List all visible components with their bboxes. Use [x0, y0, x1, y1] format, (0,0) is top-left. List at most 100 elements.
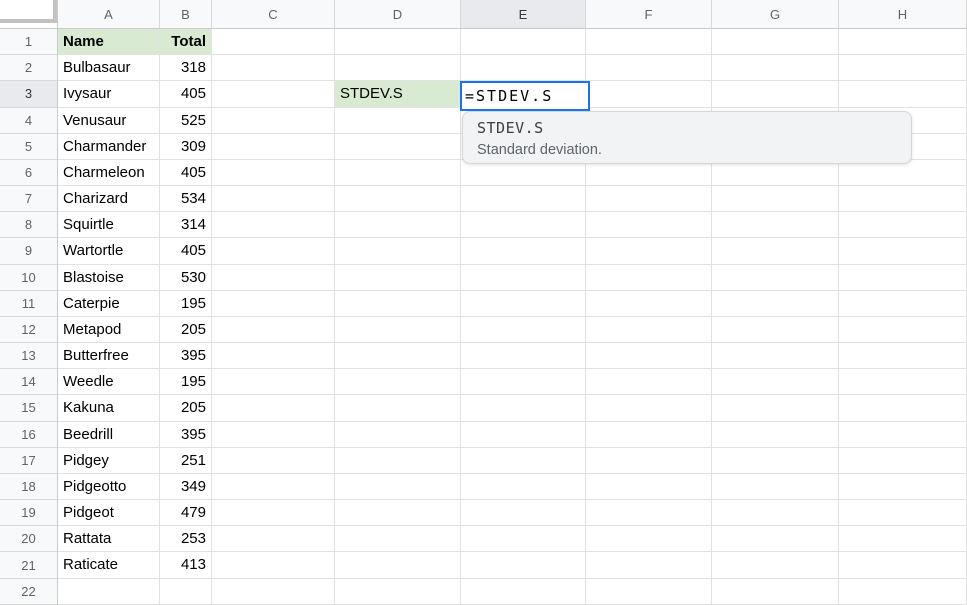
- row-header-20[interactable]: 20: [0, 526, 58, 552]
- cell-G18[interactable]: [712, 474, 839, 500]
- cell-F19[interactable]: [586, 500, 712, 526]
- cell-F12[interactable]: [586, 317, 712, 343]
- cell-B15[interactable]: 205: [160, 395, 212, 421]
- row-header-22[interactable]: 22: [0, 579, 58, 605]
- cell-B14[interactable]: 195: [160, 369, 212, 395]
- cell-C19[interactable]: [212, 500, 335, 526]
- cell-C20[interactable]: [212, 526, 335, 552]
- cell-H1[interactable]: [839, 29, 967, 55]
- cell-A14[interactable]: Weedle: [58, 369, 160, 395]
- cell-B4[interactable]: 525: [160, 108, 212, 134]
- cell-A1[interactable]: Name: [58, 29, 160, 55]
- cell-A17[interactable]: Pidgey: [58, 448, 160, 474]
- cell-B13[interactable]: 395: [160, 343, 212, 369]
- cell-A3[interactable]: Ivysaur: [58, 81, 160, 107]
- cell-B16[interactable]: 395: [160, 422, 212, 448]
- cell-D16[interactable]: [335, 422, 461, 448]
- cell-H7[interactable]: [839, 186, 967, 212]
- cell-C11[interactable]: [212, 291, 335, 317]
- cell-G11[interactable]: [712, 291, 839, 317]
- cell-C8[interactable]: [212, 212, 335, 238]
- cell-editor-E3[interactable]: =STDEV.S: [460, 81, 590, 111]
- cell-H9[interactable]: [839, 238, 967, 264]
- cell-E20[interactable]: [461, 526, 586, 552]
- cell-A9[interactable]: Wartortle: [58, 238, 160, 264]
- cell-C15[interactable]: [212, 395, 335, 421]
- cell-H20[interactable]: [839, 526, 967, 552]
- cell-F11[interactable]: [586, 291, 712, 317]
- cell-D1[interactable]: [335, 29, 461, 55]
- cell-C4[interactable]: [212, 108, 335, 134]
- cell-F7[interactable]: [586, 186, 712, 212]
- cell-H16[interactable]: [839, 422, 967, 448]
- cell-E1[interactable]: [461, 29, 586, 55]
- row-header-3[interactable]: 3: [0, 81, 58, 107]
- row-header-2[interactable]: 2: [0, 55, 58, 81]
- cell-H13[interactable]: [839, 343, 967, 369]
- cell-E9[interactable]: [461, 238, 586, 264]
- cell-C3[interactable]: [212, 81, 335, 107]
- cell-B6[interactable]: 405: [160, 160, 212, 186]
- cell-A20[interactable]: Rattata: [58, 526, 160, 552]
- cell-G16[interactable]: [712, 422, 839, 448]
- cell-E15[interactable]: [461, 395, 586, 421]
- cell-D9[interactable]: [335, 238, 461, 264]
- cell-A13[interactable]: Butterfree: [58, 343, 160, 369]
- cell-E8[interactable]: [461, 212, 586, 238]
- row-header-11[interactable]: 11: [0, 291, 58, 317]
- cell-A11[interactable]: Caterpie: [58, 291, 160, 317]
- cell-D20[interactable]: [335, 526, 461, 552]
- cell-A12[interactable]: Metapod: [58, 317, 160, 343]
- cell-B2[interactable]: 318: [160, 55, 212, 81]
- row-header-6[interactable]: 6: [0, 160, 58, 186]
- column-header-D[interactable]: D: [335, 0, 461, 29]
- cell-G19[interactable]: [712, 500, 839, 526]
- cell-D6[interactable]: [335, 160, 461, 186]
- cell-E11[interactable]: [461, 291, 586, 317]
- cell-H8[interactable]: [839, 212, 967, 238]
- column-header-C[interactable]: C: [212, 0, 335, 29]
- cell-E21[interactable]: [461, 552, 586, 578]
- cell-H14[interactable]: [839, 369, 967, 395]
- row-header-18[interactable]: 18: [0, 474, 58, 500]
- row-header-12[interactable]: 12: [0, 317, 58, 343]
- cell-F22[interactable]: [586, 579, 712, 605]
- cell-H10[interactable]: [839, 265, 967, 291]
- cell-D8[interactable]: [335, 212, 461, 238]
- cell-A21[interactable]: Raticate: [58, 552, 160, 578]
- cell-E10[interactable]: [461, 265, 586, 291]
- cell-F3[interactable]: [586, 81, 712, 107]
- cell-B22[interactable]: [160, 579, 212, 605]
- cell-G13[interactable]: [712, 343, 839, 369]
- cell-F14[interactable]: [586, 369, 712, 395]
- cell-G8[interactable]: [712, 212, 839, 238]
- cell-G17[interactable]: [712, 448, 839, 474]
- cell-F20[interactable]: [586, 526, 712, 552]
- cell-H22[interactable]: [839, 579, 967, 605]
- cell-D21[interactable]: [335, 552, 461, 578]
- cell-D14[interactable]: [335, 369, 461, 395]
- cell-G10[interactable]: [712, 265, 839, 291]
- cell-H19[interactable]: [839, 500, 967, 526]
- cell-C17[interactable]: [212, 448, 335, 474]
- cell-C10[interactable]: [212, 265, 335, 291]
- cell-D22[interactable]: [335, 579, 461, 605]
- cell-G7[interactable]: [712, 186, 839, 212]
- cell-F1[interactable]: [586, 29, 712, 55]
- cell-D4[interactable]: [335, 108, 461, 134]
- column-header-G[interactable]: G: [712, 0, 839, 29]
- cell-C12[interactable]: [212, 317, 335, 343]
- row-header-5[interactable]: 5: [0, 134, 58, 160]
- cell-B21[interactable]: 413: [160, 552, 212, 578]
- cell-G21[interactable]: [712, 552, 839, 578]
- cell-B19[interactable]: 479: [160, 500, 212, 526]
- cell-F2[interactable]: [586, 55, 712, 81]
- cell-C13[interactable]: [212, 343, 335, 369]
- cell-E12[interactable]: [461, 317, 586, 343]
- cell-F15[interactable]: [586, 395, 712, 421]
- cell-H3[interactable]: [839, 81, 967, 107]
- cell-A8[interactable]: Squirtle: [58, 212, 160, 238]
- cell-B9[interactable]: 405: [160, 238, 212, 264]
- cell-E14[interactable]: [461, 369, 586, 395]
- cell-D18[interactable]: [335, 474, 461, 500]
